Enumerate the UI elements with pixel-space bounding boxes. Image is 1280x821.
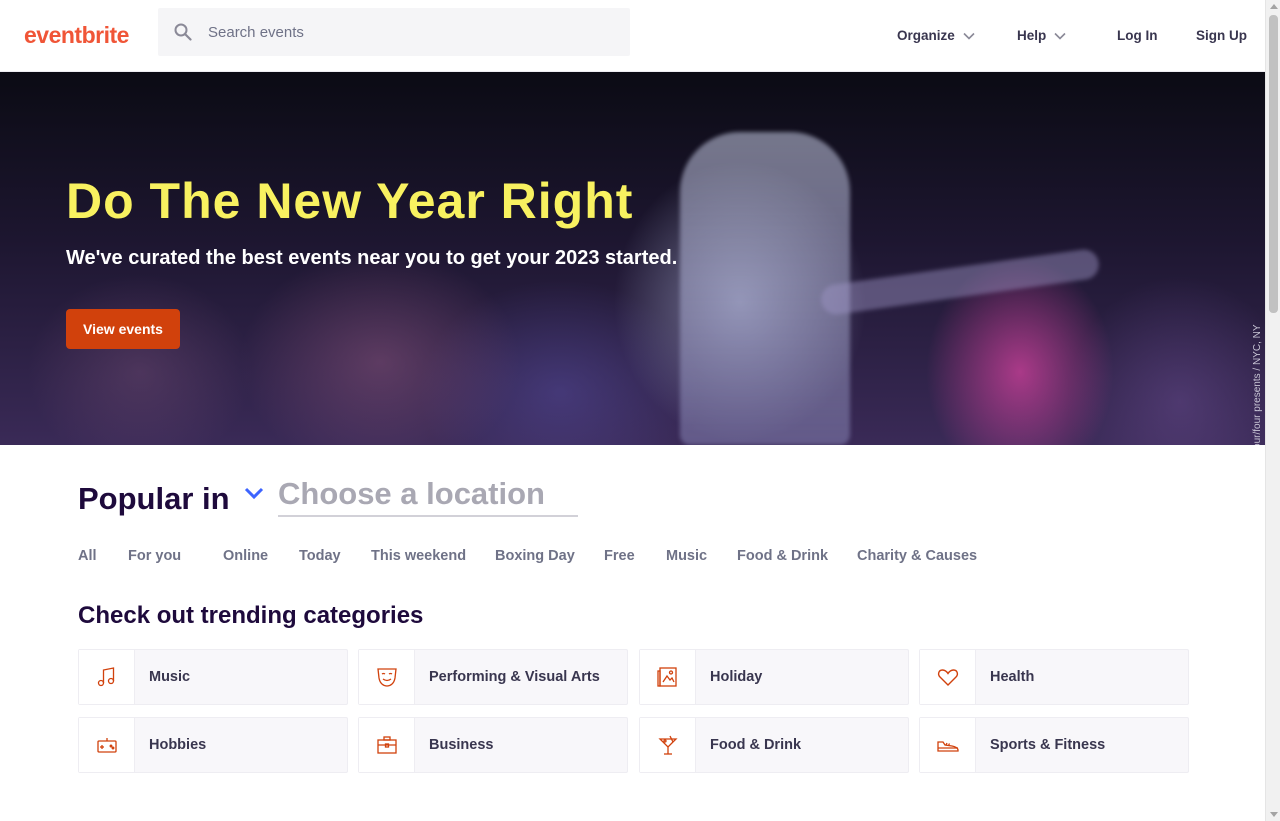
- photo-credit: Open Air / four/four presents / NYC, NY: [1252, 324, 1263, 445]
- tab-for-you[interactable]: For you: [128, 548, 181, 564]
- tab-free[interactable]: Free: [604, 548, 635, 564]
- category-label: Business: [429, 737, 494, 753]
- scroll-up-arrow-icon[interactable]: [1270, 4, 1278, 9]
- category-card-hobbies[interactable]: Hobbies: [78, 717, 348, 773]
- tab-charity-causes[interactable]: Charity & Causes: [857, 548, 977, 564]
- eventbrite-logo[interactable]: eventbrite: [24, 22, 129, 49]
- tab-today[interactable]: Today: [299, 548, 341, 564]
- signup-link[interactable]: Sign Up: [1196, 28, 1247, 43]
- scroll-down-arrow-icon[interactable]: [1270, 812, 1278, 817]
- trending-categories-heading: Check out trending categories: [78, 602, 424, 629]
- site-header: eventbrite Search events Organize Help L…: [0, 0, 1265, 72]
- category-card-holiday[interactable]: Holiday: [639, 649, 909, 705]
- tab-food-drink[interactable]: Food & Drink: [737, 548, 828, 564]
- music-note-icon: [79, 650, 135, 704]
- cocktail-icon: [640, 718, 696, 772]
- organize-menu[interactable]: Organize: [897, 28, 975, 43]
- category-card-health[interactable]: Health: [919, 649, 1189, 705]
- theater-mask-icon: [359, 650, 415, 704]
- search-icon: [158, 23, 208, 41]
- category-card-sports-fitness[interactable]: Sports & Fitness: [919, 717, 1189, 773]
- picture-icon: [640, 650, 696, 704]
- category-card-music[interactable]: Music: [78, 649, 348, 705]
- hero-subtitle: We've curated the best events near you t…: [66, 247, 678, 269]
- tab-music[interactable]: Music: [666, 548, 707, 564]
- tab-boxing-day[interactable]: Boxing Day: [495, 548, 575, 564]
- popular-in-heading: Popular in: [78, 481, 230, 516]
- tab-all[interactable]: All: [78, 548, 97, 564]
- chevron-down-icon: [963, 28, 975, 43]
- help-menu[interactable]: Help: [1017, 28, 1066, 43]
- category-card-business[interactable]: Business: [358, 717, 628, 773]
- category-label: Music: [149, 669, 191, 685]
- category-label: Holiday: [710, 669, 763, 685]
- search-input[interactable]: Search events: [208, 24, 304, 41]
- location-input[interactable]: Choose a location: [278, 476, 578, 517]
- category-label: Hobbies: [149, 737, 207, 753]
- category-card-performing-visual-arts[interactable]: Performing & Visual Arts: [358, 649, 628, 705]
- hero-banner: Do The New Year Right We've curated the …: [0, 72, 1265, 445]
- heart-icon: [920, 650, 976, 704]
- tab-this-weekend[interactable]: This weekend: [371, 548, 466, 564]
- category-label: Sports & Fitness: [990, 737, 1106, 753]
- view-events-button[interactable]: View events: [66, 309, 180, 349]
- hero-title: Do The New Year Right: [66, 173, 634, 229]
- search-box[interactable]: Search events: [158, 8, 630, 56]
- game-controller-icon: [79, 718, 135, 772]
- briefcase-icon: [359, 718, 415, 772]
- login-link[interactable]: Log In: [1117, 28, 1158, 43]
- chevron-down-icon: [1054, 28, 1066, 43]
- category-label: Performing & Visual Arts: [429, 669, 600, 685]
- hero-photo-arm: [819, 247, 1101, 317]
- sneaker-icon: [920, 718, 976, 772]
- page-scrollbar[interactable]: [1265, 0, 1280, 821]
- chevron-down-icon[interactable]: [244, 486, 264, 505]
- category-card-food-drink[interactable]: Food & Drink: [639, 717, 909, 773]
- tab-online[interactable]: Online: [223, 548, 268, 564]
- category-label: Food & Drink: [710, 737, 802, 753]
- organize-label: Organize: [897, 28, 955, 43]
- scrollbar-thumb[interactable]: [1269, 15, 1278, 313]
- category-label: Health: [990, 669, 1035, 685]
- help-label: Help: [1017, 28, 1047, 43]
